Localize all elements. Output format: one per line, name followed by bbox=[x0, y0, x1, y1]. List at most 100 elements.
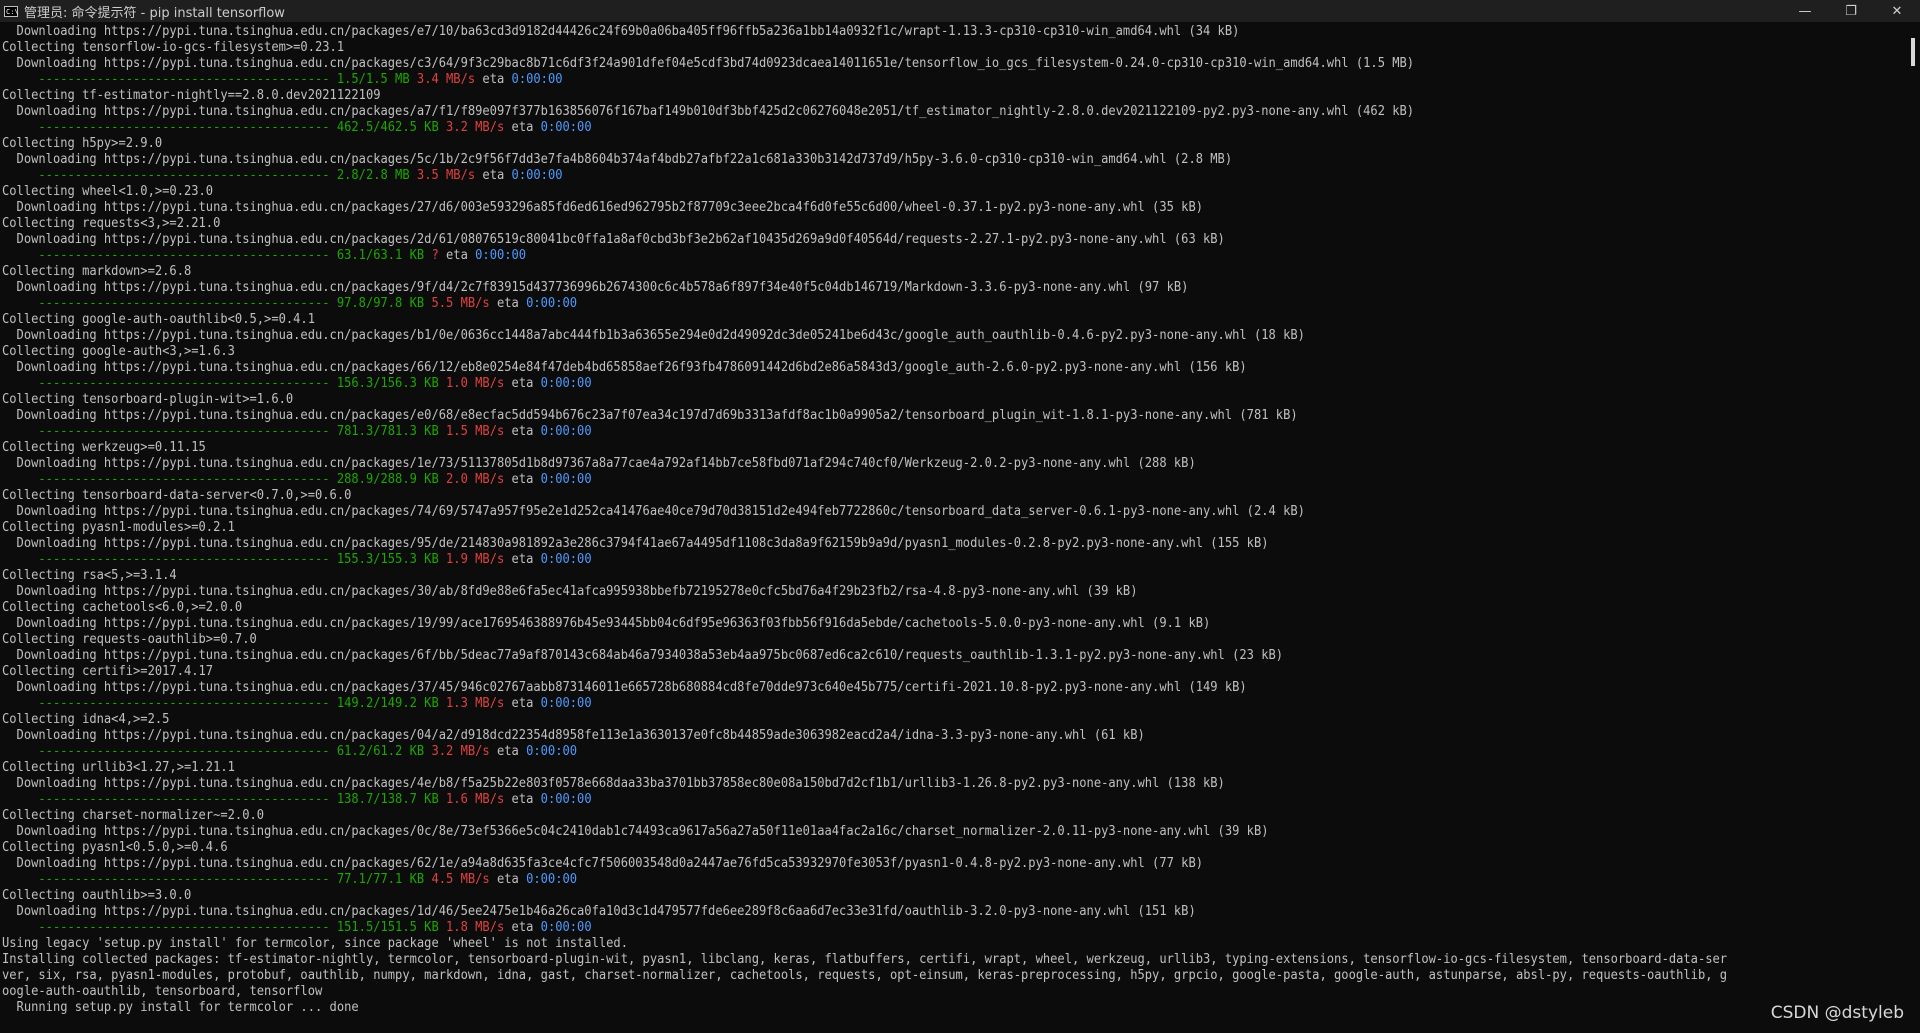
terminal-line: Collecting tensorboard-data-server<0.7.0… bbox=[2, 488, 352, 503]
eta-time: 0:00:00 bbox=[540, 472, 592, 487]
terminal-line: Downloading https://pypi.tuna.tsinghua.e… bbox=[2, 328, 1305, 343]
separator bbox=[519, 744, 526, 759]
eta-label: eta bbox=[496, 872, 519, 887]
eta-label: eta bbox=[496, 296, 519, 311]
terminal-line: Downloading https://pypi.tuna.tsinghua.e… bbox=[2, 904, 1196, 919]
progress-line: ----------------------------------------… bbox=[2, 120, 1771, 136]
eta-label: eta bbox=[482, 72, 505, 87]
download-size: 781.3/781.3 KB bbox=[336, 424, 439, 439]
terminal-line: Downloading https://pypi.tuna.tsinghua.e… bbox=[2, 776, 1225, 791]
eta-label: eta bbox=[496, 744, 519, 759]
terminal-line: Collecting urllib3<1.27,>=1.21.1 bbox=[2, 760, 235, 775]
download-speed: 3.4 MB/s bbox=[416, 72, 476, 87]
terminal-line: Collecting google-auth-oauthlib<0.5,>=0.… bbox=[2, 312, 315, 327]
terminal-line: Downloading https://pypi.tuna.tsinghua.e… bbox=[2, 232, 1225, 247]
eta-time: 0:00:00 bbox=[540, 920, 592, 935]
scrollbar-thumb[interactable] bbox=[1911, 38, 1915, 66]
separator bbox=[504, 168, 511, 183]
terminal-line: Downloading https://pypi.tuna.tsinghua.e… bbox=[2, 56, 1415, 71]
maximize-button[interactable]: ❐ bbox=[1828, 0, 1874, 22]
progress-bar: ---------------------------------------- bbox=[2, 696, 337, 711]
terminal-line: Downloading https://pypi.tuna.tsinghua.e… bbox=[2, 456, 1196, 471]
window-title: 管理员: 命令提示符 - pip install tensorflow bbox=[24, 5, 285, 21]
eta-time: 0:00:00 bbox=[540, 696, 592, 711]
progress-bar: ---------------------------------------- bbox=[2, 72, 337, 87]
terminal-line: Downloading https://pypi.tuna.tsinghua.e… bbox=[2, 104, 1415, 119]
terminal-line: Collecting pyasn1<0.5.0,>=0.4.6 bbox=[2, 840, 228, 855]
progress-bar: ---------------------------------------- bbox=[2, 296, 337, 311]
eta-time: 0:00:00 bbox=[526, 872, 578, 887]
separator bbox=[504, 120, 511, 135]
terminal-line: Collecting requests<3,>=2.21.0 bbox=[2, 216, 221, 231]
terminal-line: Downloading https://pypi.tuna.tsinghua.e… bbox=[2, 504, 1305, 519]
progress-bar: ---------------------------------------- bbox=[2, 168, 337, 183]
progress-line: ----------------------------------------… bbox=[2, 424, 1771, 440]
terminal-line: Downloading https://pypi.tuna.tsinghua.e… bbox=[2, 856, 1204, 871]
progress-bar: ---------------------------------------- bbox=[2, 376, 337, 391]
terminal-line: Downloading https://pypi.tuna.tsinghua.e… bbox=[2, 824, 1269, 839]
watermark: CSDN @dstyleb bbox=[1770, 1003, 1904, 1023]
download-size: 61.2/61.2 KB bbox=[336, 744, 425, 759]
terminal-line: Downloading https://pypi.tuna.tsinghua.e… bbox=[2, 648, 1284, 663]
download-speed: ? bbox=[431, 248, 439, 263]
terminal-line: Collecting wheel<1.0,>=0.23.0 bbox=[2, 184, 214, 199]
terminal-line: Collecting tensorboard-plugin-wit>=1.6.0 bbox=[2, 392, 294, 407]
terminal-line: Downloading https://pypi.tuna.tsinghua.e… bbox=[2, 584, 1138, 599]
eta-time: 0:00:00 bbox=[511, 72, 563, 87]
separator bbox=[504, 920, 511, 935]
terminal-line: Collecting requests-oauthlib>=0.7.0 bbox=[2, 632, 257, 647]
download-size: 151.5/151.5 KB bbox=[336, 920, 439, 935]
terminal-line: ver, six, rsa, pyasn1-modules, protobuf,… bbox=[2, 968, 1728, 983]
terminal-line: Running setup.py install for termcolor .… bbox=[2, 1000, 359, 1015]
separator bbox=[475, 168, 482, 183]
terminal-output[interactable]: Downloading https://pypi.tuna.tsinghua.e… bbox=[0, 24, 1904, 1033]
terminal-line: Collecting oauthlib>=3.0.0 bbox=[2, 888, 192, 903]
separator bbox=[504, 72, 511, 87]
minimize-button[interactable]: — bbox=[1782, 0, 1828, 22]
download-size: 156.3/156.3 KB bbox=[336, 376, 439, 391]
title-bar[interactable]: C:\ 管理员: 命令提示符 - pip install tensorflow … bbox=[0, 0, 1920, 22]
progress-line: ----------------------------------------… bbox=[2, 552, 1771, 568]
progress-bar: ---------------------------------------- bbox=[2, 872, 337, 887]
download-speed: 3.2 MB/s bbox=[431, 744, 490, 759]
terminal-line: Collecting tf-estimator-nightly==2.8.0.d… bbox=[2, 88, 381, 103]
progress-bar: ---------------------------------------- bbox=[2, 792, 337, 807]
eta-time: 0:00:00 bbox=[526, 744, 578, 759]
terminal-line: Collecting h5py>=2.9.0 bbox=[2, 136, 163, 151]
eta-label: eta bbox=[511, 424, 534, 439]
terminal-line: Downloading https://pypi.tuna.tsinghua.e… bbox=[2, 200, 1204, 215]
terminal-line: Collecting pyasn1-modules>=0.2.1 bbox=[2, 520, 235, 535]
terminal-line: Downloading https://pypi.tuna.tsinghua.e… bbox=[2, 728, 1145, 743]
separator bbox=[504, 696, 511, 711]
terminal-line: Collecting idna<4,>=2.5 bbox=[2, 712, 170, 727]
terminal-line: Collecting charset-normalizer~=2.0.0 bbox=[2, 808, 265, 823]
eta-label: eta bbox=[511, 120, 534, 135]
progress-line: ----------------------------------------… bbox=[2, 472, 1771, 488]
vertical-scrollbar[interactable] bbox=[1904, 22, 1920, 1033]
separator bbox=[424, 248, 431, 263]
terminal-line: Using legacy 'setup.py install' for term… bbox=[2, 936, 628, 951]
download-size: 462.5/462.5 KB bbox=[336, 120, 439, 135]
terminal-line: Collecting markdown>=2.6.8 bbox=[2, 264, 192, 279]
separator bbox=[504, 552, 511, 567]
progress-line: ----------------------------------------… bbox=[2, 696, 1771, 712]
progress-bar: ---------------------------------------- bbox=[2, 424, 337, 439]
download-speed: 1.9 MB/s bbox=[446, 552, 505, 567]
terminal-line: Downloading https://pypi.tuna.tsinghua.e… bbox=[2, 680, 1247, 695]
terminal-line: Downloading https://pypi.tuna.tsinghua.e… bbox=[2, 360, 1247, 375]
close-button[interactable]: ✕ bbox=[1874, 0, 1920, 22]
progress-line: ----------------------------------------… bbox=[2, 920, 1771, 936]
progress-bar: ---------------------------------------- bbox=[2, 120, 337, 135]
separator bbox=[504, 424, 511, 439]
download-speed: 1.0 MB/s bbox=[446, 376, 505, 391]
progress-line: ----------------------------------------… bbox=[2, 72, 1771, 88]
progress-line: ----------------------------------------… bbox=[2, 376, 1771, 392]
terminal-line: Collecting google-auth<3,>=1.6.3 bbox=[2, 344, 235, 359]
progress-line: ----------------------------------------… bbox=[2, 872, 1771, 888]
progress-line: ----------------------------------------… bbox=[2, 744, 1771, 760]
terminal-line: Collecting tensorflow-io-gcs-filesystem>… bbox=[2, 40, 345, 55]
separator bbox=[504, 792, 511, 807]
eta-label: eta bbox=[446, 248, 468, 263]
download-size: 155.3/155.3 KB bbox=[336, 552, 439, 567]
download-speed: 3.5 MB/s bbox=[416, 168, 476, 183]
